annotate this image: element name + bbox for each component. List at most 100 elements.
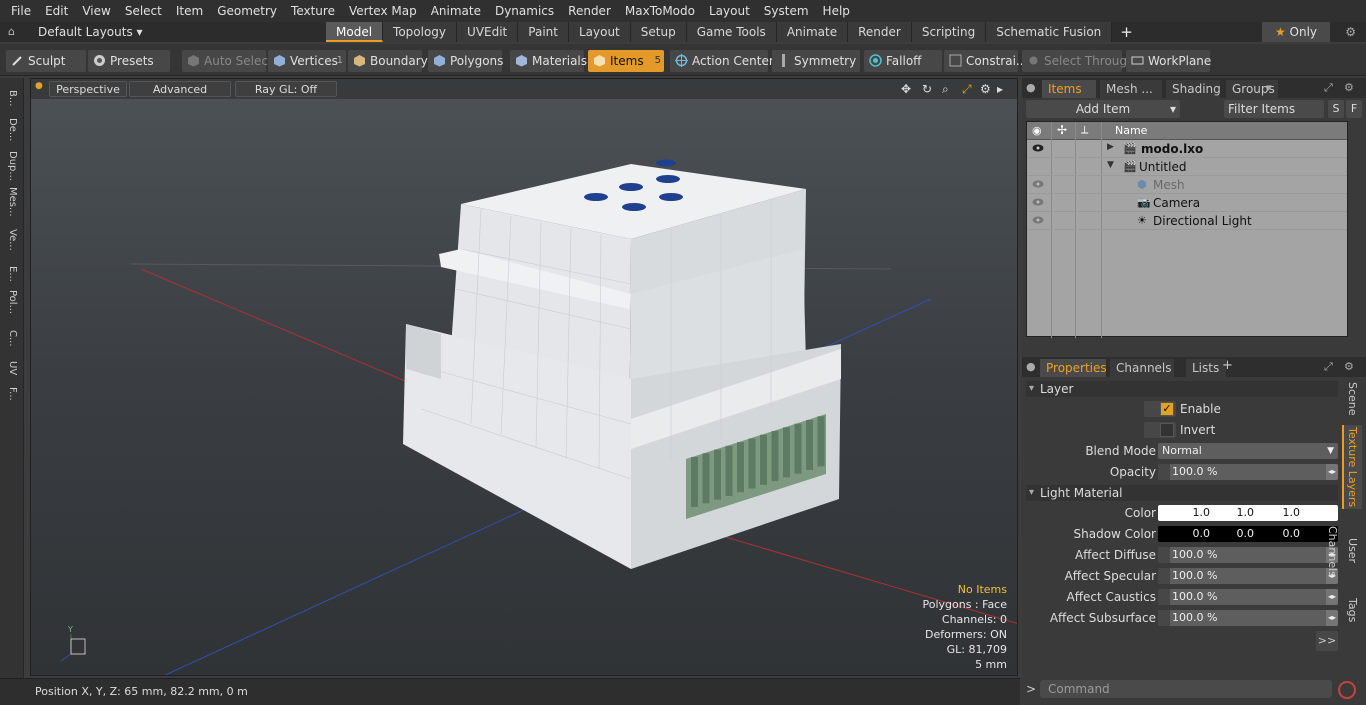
enable-checkbox[interactable]: ✓: [1144, 401, 1176, 417]
home-icon[interactable]: ⌂: [8, 25, 15, 38]
items-button[interactable]: Items 5: [588, 50, 664, 72]
panel-gear-icon[interactable]: ⚙: [1344, 360, 1354, 373]
maximize-icon[interactable]: ⤢: [1324, 81, 1333, 95]
menu-texture[interactable]: Texture: [284, 4, 342, 18]
left-tab-1[interactable]: De...: [2, 114, 22, 146]
tab-mesh[interactable]: Mesh ...: [1100, 80, 1162, 98]
menu-layout[interactable]: Layout: [702, 4, 757, 18]
panel-menu-icon[interactable]: ●: [1026, 360, 1036, 373]
menu-file[interactable]: File: [4, 4, 38, 18]
presets-button[interactable]: Presets: [88, 50, 170, 72]
tab-animate[interactable]: Animate: [776, 22, 849, 42]
list-item-directional-light[interactable]: ☀ Directional Light: [1027, 212, 1347, 230]
viewport-gear-icon[interactable]: ⚙: [980, 82, 991, 96]
left-tab-2[interactable]: Dup...: [2, 150, 22, 182]
side-tab-tags[interactable]: Tags: [1342, 593, 1362, 627]
materials-button[interactable]: Materials: [510, 50, 587, 72]
field-knob[interactable]: [1158, 547, 1170, 563]
shadow-color-field[interactable]: 0.0 0.0 0.0: [1158, 526, 1338, 542]
slider-handle-icon[interactable]: ◂▸: [1326, 610, 1338, 626]
f-button[interactable]: F: [1346, 100, 1362, 118]
side-tab-texture-layers[interactable]: Texture Layers: [1342, 425, 1362, 509]
eye-icon[interactable]: [1032, 144, 1044, 152]
tab-setup[interactable]: Setup: [630, 22, 687, 42]
fit-icon[interactable]: ⤢: [962, 82, 972, 97]
tab-model[interactable]: Model: [326, 22, 384, 42]
affect-diffuse-field[interactable]: 100.0 %◂▸: [1158, 547, 1338, 563]
tabs-dropdown-icon[interactable]: ▾: [1266, 81, 1272, 94]
constraints-button[interactable]: Constrai...: [944, 50, 1027, 72]
menu-item[interactable]: Item: [169, 4, 210, 18]
filter-items-input[interactable]: Filter Items: [1224, 100, 1324, 118]
vertices-button[interactable]: Vertices 1: [268, 50, 346, 72]
collapse-arrow-icon[interactable]: ▼: [1107, 160, 1114, 170]
tab-render[interactable]: Render: [848, 22, 912, 42]
field-knob[interactable]: [1158, 589, 1170, 605]
slider-handle-icon[interactable]: ◂▸: [1326, 589, 1338, 605]
left-tab-0[interactable]: B...: [2, 82, 22, 114]
action-center-button[interactable]: Action Center: [670, 50, 774, 72]
left-tab-4[interactable]: Ve...: [2, 224, 22, 256]
command-input[interactable]: Command: [1040, 680, 1332, 698]
invert-checkbox[interactable]: [1144, 422, 1176, 438]
menu-dynamics[interactable]: Dynamics: [488, 4, 561, 18]
workplane-button[interactable]: WorkPlane: [1126, 50, 1211, 72]
layout-dropdown[interactable]: Default Layouts ▾: [38, 25, 143, 39]
opacity-field[interactable]: 100.0 % ◂▸: [1158, 464, 1338, 480]
raygl-button[interactable]: Ray GL: Off: [235, 81, 337, 97]
menu-maxtomodo[interactable]: MaxToModo: [618, 4, 702, 18]
add-item-button[interactable]: Add Item ▾: [1026, 100, 1180, 118]
panel-gear-icon[interactable]: ⚙: [1344, 81, 1354, 94]
tab-items[interactable]: Items: [1042, 80, 1096, 98]
panel-menu-icon[interactable]: ●: [1026, 81, 1036, 94]
tab-lists[interactable]: Lists: [1186, 359, 1226, 377]
left-tab-9[interactable]: F...: [2, 378, 22, 410]
zoom-icon[interactable]: ⌕: [942, 82, 949, 97]
menu-select[interactable]: Select: [118, 4, 169, 18]
menu-animate[interactable]: Animate: [424, 4, 488, 18]
menu-view[interactable]: View: [75, 4, 117, 18]
add-tab-button[interactable]: +: [1112, 22, 1141, 42]
blend-mode-dropdown[interactable]: Normal ▼: [1158, 443, 1338, 459]
menu-geometry[interactable]: Geometry: [210, 4, 284, 18]
eye-icon[interactable]: [1032, 216, 1044, 224]
slider-handle-icon[interactable]: ◂▸: [1326, 464, 1338, 480]
select-through-button[interactable]: Select Through: [1022, 50, 1135, 72]
list-item-untitled[interactable]: ▼ 🎬 Untitled: [1027, 158, 1347, 176]
move-icon[interactable]: ✥: [901, 82, 911, 96]
s-button[interactable]: S: [1328, 100, 1344, 118]
left-tab-3[interactable]: Mes...: [2, 186, 22, 218]
sculpt-button[interactable]: Sculpt: [6, 50, 86, 72]
advanced-button[interactable]: Advanced: [129, 81, 231, 97]
affect-specular-field[interactable]: 100.0 %◂▸: [1158, 568, 1338, 584]
gear-icon[interactable]: ⚙: [1345, 25, 1356, 39]
menu-help[interactable]: Help: [816, 4, 857, 18]
auto-select-button[interactable]: Auto Select: [182, 50, 273, 72]
rotate-icon[interactable]: ↻: [922, 82, 932, 96]
tab-shading[interactable]: Shading: [1166, 80, 1221, 98]
affect-subsurface-field[interactable]: 100.0 % ◂▸: [1158, 610, 1338, 626]
record-icon[interactable]: [1338, 681, 1356, 699]
list-item-camera[interactable]: 📷 Camera: [1027, 194, 1347, 212]
tab-properties[interactable]: Properties: [1040, 359, 1107, 377]
eye-icon[interactable]: [1032, 198, 1044, 206]
left-tab-6[interactable]: Pol...: [2, 286, 22, 318]
expand-arrow-icon[interactable]: ▸: [997, 82, 1003, 96]
menu-render[interactable]: Render: [561, 4, 618, 18]
side-tab-user-channels[interactable]: User Channels: [1326, 513, 1362, 589]
perspective-button[interactable]: Perspective: [49, 81, 127, 97]
list-item-mesh[interactable]: ⬢ Mesh: [1027, 176, 1347, 194]
tab-layout[interactable]: Layout: [568, 22, 631, 42]
tab-schematic-fusion[interactable]: Schematic Fusion: [986, 22, 1113, 42]
field-knob[interactable]: [1158, 610, 1170, 626]
add-tab-button[interactable]: +: [1222, 358, 1233, 373]
polygons-button[interactable]: Polygons: [428, 50, 503, 72]
color-field[interactable]: 1.0 1.0 1.0: [1158, 505, 1338, 521]
more-options-button[interactable]: >>: [1316, 631, 1338, 651]
tab-scripting[interactable]: Scripting: [911, 22, 987, 42]
menu-edit[interactable]: Edit: [38, 4, 75, 18]
eye-icon[interactable]: [1032, 180, 1044, 188]
affect-caustics-field[interactable]: 100.0 % ◂▸: [1158, 589, 1338, 605]
falloff-button[interactable]: Falloff: [864, 50, 942, 72]
left-tab-7[interactable]: C...: [2, 322, 22, 354]
